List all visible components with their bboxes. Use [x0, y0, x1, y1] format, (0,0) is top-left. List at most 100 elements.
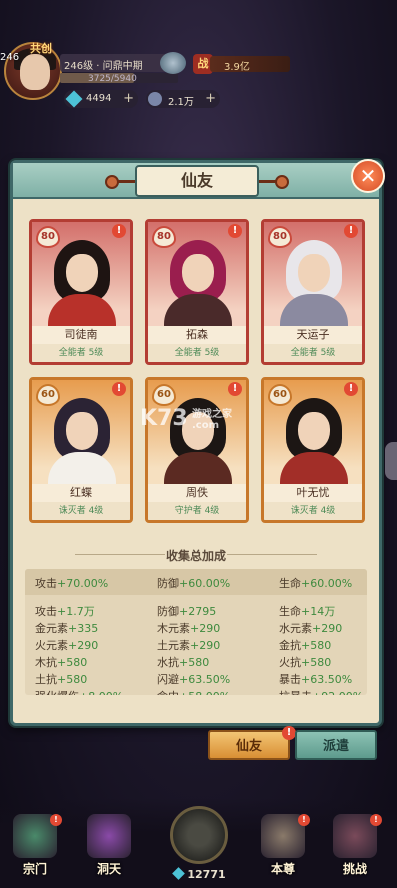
stat-label: 暴击 — [279, 673, 301, 686]
portrait-face — [298, 412, 330, 450]
modal-title: 仙友 — [135, 165, 259, 197]
stat-label: 防御 — [157, 577, 179, 590]
friend-card[interactable]: 80! 天运子 全能者 5级 — [261, 219, 365, 365]
stat-value: +290 — [190, 622, 221, 635]
bonus-summary-stat: 攻击+70.00% — [35, 575, 108, 591]
close-button[interactable]: ✕ — [351, 159, 385, 193]
stat-label: 防御 — [157, 605, 179, 618]
stat-value: +14万 — [301, 605, 336, 618]
stat-value: +2795 — [179, 605, 217, 618]
bonus-stat: 木抗+580 — [35, 654, 87, 670]
close-icon: ✕ — [359, 164, 377, 188]
stat-label: 土元素 — [157, 639, 190, 652]
coin-counter: 2.1万 + — [146, 90, 220, 108]
affinity-heart-icon: 60 — [152, 384, 176, 406]
combat-power-value: 3.9亿 — [210, 56, 290, 73]
site-watermark: K73 游戏之家 .com — [140, 406, 232, 431]
friend-role: 守护者 4级 — [148, 502, 246, 520]
bonus-stat: 土抗+580 — [35, 671, 87, 687]
bonus-stat: 闪避+63.50% — [157, 671, 230, 687]
portrait-face — [182, 254, 214, 292]
friend-role: 全能者 5级 — [264, 344, 362, 362]
nav-label-self: 本尊 — [270, 862, 295, 876]
bonus-stat: 水抗+580 — [157, 654, 209, 670]
stat-label: 生命 — [279, 605, 301, 618]
stat-label: 火抗 — [279, 656, 301, 669]
center-count: 12771 — [168, 868, 232, 881]
add-coins-button[interactable]: + — [205, 91, 216, 106]
nav-item-challenge[interactable]: 挑战 ! — [326, 814, 384, 884]
friend-name: 叶无忧 — [264, 484, 362, 502]
friend-card[interactable]: 80! 拓森 全能者 5级 — [145, 219, 249, 365]
card-alert-badge: ! — [112, 382, 126, 396]
coin-icon — [148, 92, 162, 106]
bonus-divider-right — [227, 554, 317, 555]
stat-value: +580 — [179, 656, 210, 669]
friend-card[interactable]: 80! 司徒南 全能者 5级 — [29, 219, 133, 365]
bonus-stat: 火元素+290 — [35, 637, 98, 653]
stat-label: 土抗 — [35, 673, 57, 686]
stat-value: +63.50% — [179, 673, 231, 686]
bonus-stats-panel[interactable]: 攻击+70.00% 防御+60.00% 生命+60.00% 攻击+1.7万 防御+27… — [25, 569, 367, 695]
spirit-orb-icon[interactable] — [160, 52, 186, 74]
add-gems-button[interactable]: + — [123, 91, 134, 106]
exp-text: 3725/5940 — [88, 74, 137, 84]
stat-value: +580 — [301, 639, 332, 652]
bonus-summary-row: 攻击+70.00% 防御+60.00% 生命+60.00% — [25, 569, 367, 595]
tab-dispatch[interactable]: 派遣 — [295, 730, 377, 760]
nav-label-sect: 宗门 — [22, 862, 47, 876]
stat-label: 水元素 — [279, 622, 312, 635]
stat-label: 抗暴击 — [279, 690, 312, 695]
bonus-stat: 土元素+290 — [157, 637, 220, 653]
gem-icon — [65, 90, 83, 108]
nav-item-cave[interactable]: 洞天 — [80, 814, 138, 884]
share-tag[interactable]: 共创 — [30, 40, 52, 56]
friend-name: 周佚 — [148, 484, 246, 502]
friend-card[interactable]: 60! 红蝶 诛灭者 4级 — [29, 377, 133, 523]
portrait-body — [164, 452, 232, 484]
tab-immortal-friends[interactable]: 仙友 — [208, 730, 290, 760]
affinity-heart-icon: 80 — [268, 226, 292, 248]
center-wheel-button[interactable] — [170, 806, 228, 864]
stat-value: +58.00% — [179, 690, 230, 695]
affinity-heart-icon: 60 — [36, 384, 60, 406]
watermark-main: K73 — [140, 406, 188, 431]
stat-label: 火元素 — [35, 639, 68, 652]
friend-card[interactable]: 60! 叶无忧 诛灭者 4级 — [261, 377, 365, 523]
stat-value: +63.50% — [301, 673, 353, 686]
portrait-face — [66, 254, 98, 292]
bonus-stat: 防御+2795 — [157, 603, 216, 619]
stat-value: +70.00% — [57, 577, 109, 590]
nav-item-self[interactable]: 本尊 ! — [254, 814, 312, 884]
side-drawer-handle[interactable] — [385, 442, 397, 480]
friend-card[interactable]: 60! 周佚 守护者 4级 — [145, 377, 249, 523]
card-alert-badge: ! — [112, 224, 126, 238]
stat-value: +580 — [57, 673, 88, 686]
bonus-stat: 金抗+580 — [279, 637, 331, 653]
portrait-body — [164, 294, 232, 326]
friend-role: 全能者 5级 — [32, 344, 130, 362]
bonus-title: 收集总加成 — [165, 549, 226, 563]
top-hud: 246 共创 246级 · 问鼎中期 3725/5940 战 3.9亿 4494… — [0, 0, 397, 120]
nav-label-challenge: 挑战 — [342, 862, 367, 876]
stat-label: 金抗 — [279, 639, 301, 652]
portrait-body — [280, 294, 348, 326]
stat-value: +580 — [301, 656, 332, 669]
friend-name: 天运子 — [264, 326, 362, 344]
nav-alert-sect: ! — [50, 814, 62, 826]
portrait-body — [48, 294, 116, 326]
stat-value: +8.00% — [79, 690, 123, 695]
friend-name: 拓森 — [148, 326, 246, 344]
stat-value: +335 — [68, 622, 99, 635]
stat-label: 水抗 — [157, 656, 179, 669]
bonus-summary-stat: 生命+60.00% — [279, 575, 352, 591]
nav-item-sect[interactable]: 宗门 ! — [6, 814, 64, 884]
portrait-body — [280, 452, 348, 484]
coin-value: 2.1万 — [168, 97, 194, 108]
affinity-heart-icon: 80 — [36, 226, 60, 248]
stat-value: +92.00% — [312, 690, 363, 695]
bonus-stat: 木元素+290 — [157, 620, 220, 636]
portrait-face — [66, 412, 98, 450]
friend-role: 诛灭者 4级 — [264, 502, 362, 520]
affinity-heart-icon: 60 — [268, 384, 292, 406]
